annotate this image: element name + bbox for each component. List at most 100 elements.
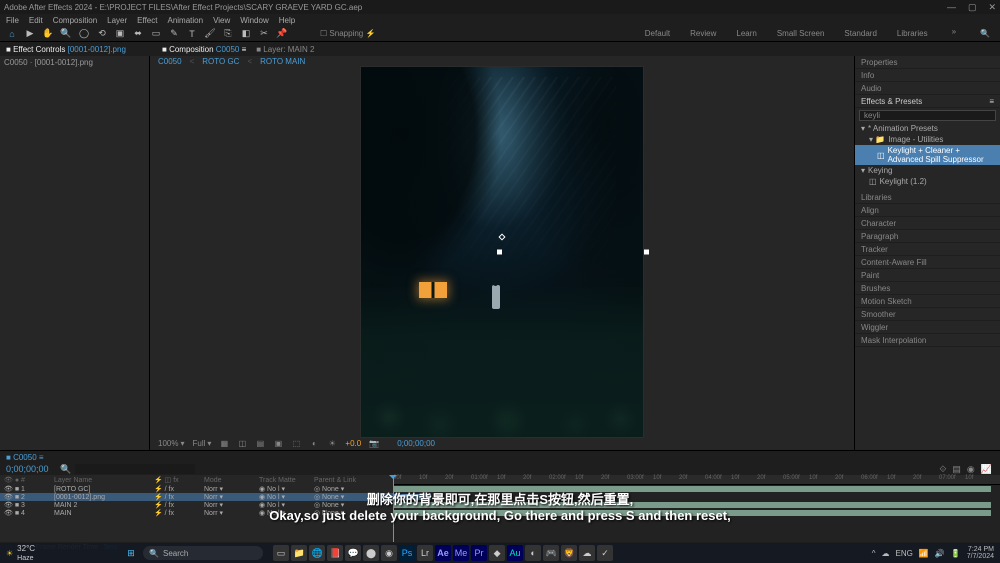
- timeline-track[interactable]: [393, 485, 1000, 493]
- panel-paint[interactable]: Paint: [855, 269, 1000, 282]
- safe-zones-icon[interactable]: ▣: [273, 439, 283, 448]
- menu-window[interactable]: Window: [240, 16, 268, 25]
- menu-edit[interactable]: Edit: [29, 16, 43, 25]
- layer-tab[interactable]: ■ Layer: MAIN 2: [256, 45, 314, 54]
- zoom-tool[interactable]: 🔍: [60, 28, 72, 40]
- breadcrumb-comp[interactable]: C0050: [158, 57, 182, 66]
- panel-info[interactable]: Info: [855, 69, 1000, 82]
- layer-row[interactable]: 👁 ■ 3 MAIN 2⚡ / fxNorr ▾◉ No l ▾◎ None ▾: [0, 501, 393, 509]
- taskbar-search[interactable]: 🔍 Search: [143, 546, 263, 560]
- taskbar-app-chrome[interactable]: ⬤: [363, 545, 379, 561]
- layer-row[interactable]: 👁 ■ 4 MAIN⚡ / fxNorr ▾◉ No l ▾◎ None ▾: [0, 509, 393, 517]
- taskbar-app-lightroom[interactable]: Lr: [417, 545, 433, 561]
- taskbar-app-davinci[interactable]: ◐: [525, 545, 541, 561]
- puppet-tool[interactable]: 📌: [276, 28, 288, 40]
- panel-effects-presets[interactable]: Effects & Presets≡: [855, 95, 1000, 108]
- search-help-icon[interactable]: 🔍: [976, 27, 994, 40]
- close-button[interactable]: ✕: [988, 2, 996, 13]
- taskbar-app-premiere[interactable]: Pr: [471, 545, 487, 561]
- resolution-dropdown[interactable]: Full ▾: [192, 439, 211, 448]
- taskbar-app-reader[interactable]: 📕: [327, 545, 343, 561]
- taskbar-app-whatsapp[interactable]: 💬: [345, 545, 361, 561]
- tree-keylight-preset[interactable]: ◫ Keylight + Cleaner + Advanced Spill Su…: [855, 145, 1000, 165]
- tray-wifi-icon[interactable]: 📶: [919, 549, 929, 558]
- transform-handle-right[interactable]: [644, 250, 649, 255]
- zoom-dropdown[interactable]: 100% ▾: [158, 439, 184, 448]
- eraser-tool[interactable]: ◧: [240, 28, 252, 40]
- tree-keylight[interactable]: ◫ Keylight (1.2): [855, 176, 1000, 187]
- workspace-default[interactable]: Default: [641, 27, 674, 40]
- tray-volume-icon[interactable]: 🔊: [935, 549, 945, 558]
- panel-content-aware[interactable]: Content-Aware Fill: [855, 256, 1000, 269]
- roto-tool[interactable]: ✂: [258, 28, 270, 40]
- start-button[interactable]: ⊞: [123, 545, 139, 561]
- snapping-label[interactable]: ☐ Snapping ⚡: [320, 29, 375, 38]
- panel-character[interactable]: Character: [855, 217, 1000, 230]
- menu-layer[interactable]: Layer: [107, 16, 127, 25]
- menu-animation[interactable]: Animation: [167, 16, 203, 25]
- workspace-review[interactable]: Review: [686, 27, 720, 40]
- panel-audio[interactable]: Audio: [855, 82, 1000, 95]
- transparency-grid-icon[interactable]: ▦: [219, 439, 229, 448]
- panel-properties[interactable]: Properties: [855, 56, 1000, 69]
- rotate-tool[interactable]: ⟲: [96, 28, 108, 40]
- orbit-tool[interactable]: ◯: [78, 28, 90, 40]
- menu-file[interactable]: File: [6, 16, 19, 25]
- type-tool[interactable]: T: [186, 28, 198, 40]
- guides-icon[interactable]: ▤: [255, 439, 265, 448]
- menu-composition[interactable]: Composition: [53, 16, 97, 25]
- layer-row[interactable]: 👁 ■ 2 [0001-0012].png⚡ / fxNorr ▾◉ No l …: [0, 493, 393, 501]
- shy-toggle-icon[interactable]: ⟐: [939, 464, 946, 475]
- snapshot-icon[interactable]: 📷: [369, 439, 379, 448]
- menu-view[interactable]: View: [213, 16, 230, 25]
- playhead[interactable]: [393, 475, 394, 542]
- camera-tool[interactable]: ▣: [114, 28, 126, 40]
- taskbar-app-fl[interactable]: ◆: [489, 545, 505, 561]
- maximize-button[interactable]: ▢: [968, 2, 977, 13]
- tray-cloud-icon[interactable]: ☁: [882, 549, 890, 558]
- canvas[interactable]: [361, 67, 643, 437]
- taskbar-app-aftereffects[interactable]: Ae: [435, 545, 451, 561]
- taskbar-app-brave[interactable]: 🦁: [561, 545, 577, 561]
- panel-libraries[interactable]: Libraries: [855, 191, 1000, 204]
- panel-brushes[interactable]: Brushes: [855, 282, 1000, 295]
- tree-animation-presets[interactable]: ▾ * Animation Presets: [855, 123, 1000, 134]
- taskbar-app-mediaencoder[interactable]: Me: [453, 545, 469, 561]
- taskbar-weather[interactable]: ☀ 32°CHaze: [6, 544, 35, 562]
- panel-smoother[interactable]: Smoother: [855, 308, 1000, 321]
- reset-exposure-icon[interactable]: ◐: [309, 439, 319, 448]
- timeline-track[interactable]: [393, 501, 1000, 509]
- pan-behind-tool[interactable]: ⬌: [132, 28, 144, 40]
- exposure-icon[interactable]: ☀: [327, 439, 337, 448]
- timeline-timecode[interactable]: 0;00;00;00: [0, 464, 60, 474]
- panel-paragraph[interactable]: Paragraph: [855, 230, 1000, 243]
- taskbar-app-todo[interactable]: ✓: [597, 545, 613, 561]
- workspace-learn[interactable]: Learn: [732, 27, 760, 40]
- timeline-comp-tab[interactable]: ■ C0050 ≡: [6, 453, 44, 462]
- frame-blend-icon[interactable]: ▤: [952, 464, 961, 475]
- tree-keying[interactable]: ▾ Keying: [855, 165, 1000, 176]
- shape-tool[interactable]: ▭: [150, 28, 162, 40]
- composition-viewer[interactable]: [150, 67, 854, 437]
- mask-toggle-icon[interactable]: ◫: [237, 439, 247, 448]
- panel-wiggler[interactable]: Wiggler: [855, 321, 1000, 334]
- taskbar-app-explorer[interactable]: 📁: [291, 545, 307, 561]
- pen-tool[interactable]: ✎: [168, 28, 180, 40]
- timeline-track[interactable]: [393, 493, 1000, 501]
- breadcrumb-roto-main[interactable]: ROTO MAIN: [260, 57, 305, 66]
- taskbar-app-discord[interactable]: 🎮: [543, 545, 559, 561]
- workspace-libraries[interactable]: Libraries: [893, 27, 932, 40]
- motion-blur-icon[interactable]: ◉: [967, 464, 975, 475]
- home-button[interactable]: ⌂: [6, 28, 18, 40]
- taskbar-app-taskview[interactable]: ▭: [273, 545, 289, 561]
- menu-effect[interactable]: Effect: [137, 16, 157, 25]
- selection-tool[interactable]: ▶: [24, 28, 36, 40]
- panel-tracker[interactable]: Tracker: [855, 243, 1000, 256]
- transform-handle-left[interactable]: [497, 250, 502, 255]
- taskbar-app-ccloud[interactable]: ☁: [579, 545, 595, 561]
- brush-tool[interactable]: 🖌: [204, 28, 216, 40]
- effects-search-input[interactable]: [859, 110, 996, 121]
- hand-tool[interactable]: ✋: [42, 28, 54, 40]
- menu-help[interactable]: Help: [279, 16, 295, 25]
- breadcrumb-roto-gc[interactable]: ROTO GC: [202, 57, 239, 66]
